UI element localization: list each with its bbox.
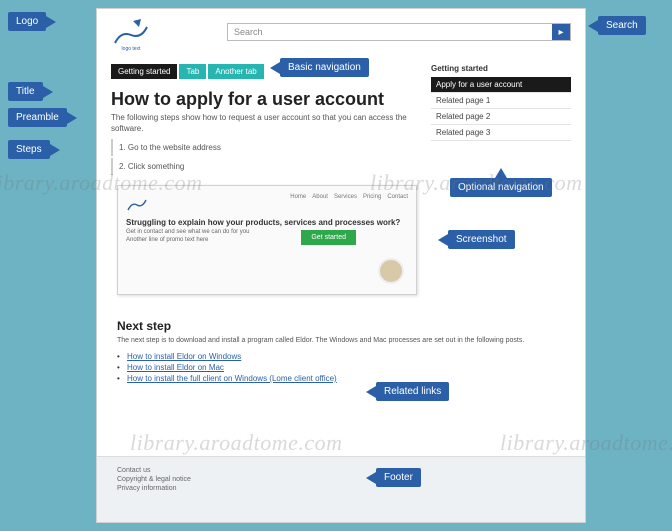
next-step-para: The next step is to download and install… [117, 337, 565, 344]
callout-optnav: Optional navigation [450, 178, 552, 197]
steps-list: 1. Go to the website address 2. Click so… [111, 139, 415, 177]
screenshot-logo [126, 194, 148, 214]
callout-related: Related links [376, 382, 449, 401]
sidebar-item[interactable]: Related page 1 [431, 93, 571, 109]
screenshot-frame: HomeAboutServicesPricingContact Struggli… [117, 185, 417, 295]
page-title: How to apply for a user account [111, 89, 384, 110]
nav-tab-1[interactable]: Tab [179, 64, 206, 79]
site-logo[interactable]: logo text [111, 17, 151, 51]
footer-link[interactable]: Privacy information [117, 485, 565, 492]
callout-screenshot: Screenshot [448, 230, 515, 249]
screenshot-cta-button[interactable]: Get started [301, 230, 356, 245]
screenshot-title: Struggling to explain how your products,… [126, 218, 408, 227]
search-button[interactable]: ▸ [552, 24, 570, 40]
callout-steps: Steps [8, 140, 50, 159]
callout-title: Title [8, 82, 43, 101]
nav-tab-2[interactable]: Another tab [208, 64, 263, 79]
related-link[interactable]: How to install Eldor on Mac [117, 363, 565, 372]
callout-footer: Footer [376, 468, 421, 487]
screenshot-avatar [378, 258, 404, 284]
optional-navigation: Getting started Apply for a user account… [431, 64, 571, 141]
callout-search: Search [598, 16, 646, 35]
basic-navigation: Getting started Tab Another tab [111, 64, 264, 79]
next-step-section: Next step The next step is to download a… [117, 319, 565, 385]
sidebar-item[interactable]: Apply for a user account [431, 77, 571, 93]
page-preamble: The following steps show how to request … [111, 113, 415, 135]
svg-text:logo text: logo text [122, 46, 142, 51]
step-item: 1. Go to the website address [111, 139, 415, 156]
sidebar-item[interactable]: Related page 2 [431, 109, 571, 125]
next-step-heading: Next step [117, 319, 565, 333]
page-footer: Contact us Copyright & legal notice Priv… [97, 456, 585, 522]
sidebar-heading: Getting started [431, 64, 571, 73]
callout-logo: Logo [8, 12, 46, 31]
callout-basicnav: Basic navigation [280, 58, 369, 77]
footer-link[interactable]: Copyright & legal notice [117, 476, 565, 483]
page-mockup: logo text Search ▸ Getting started Tab A… [96, 8, 586, 523]
search-bar[interactable]: Search ▸ [227, 23, 571, 41]
sidebar-item[interactable]: Related page 3 [431, 125, 571, 141]
related-link[interactable]: How to install the full client on Window… [117, 374, 565, 383]
screenshot-text: Another line of promo text here [126, 237, 408, 245]
screenshot-nav: HomeAboutServicesPricingContact [290, 194, 408, 200]
nav-tab-getting-started[interactable]: Getting started [111, 64, 177, 79]
footer-link[interactable]: Contact us [117, 467, 565, 474]
related-link[interactable]: How to install Eldor on Windows [117, 352, 565, 361]
screenshot-text: Get in contact and see what we can do fo… [126, 229, 408, 237]
search-placeholder: Search [228, 27, 552, 37]
callout-preamble: Preamble [8, 108, 67, 127]
step-item: 2. Click something [111, 158, 415, 175]
